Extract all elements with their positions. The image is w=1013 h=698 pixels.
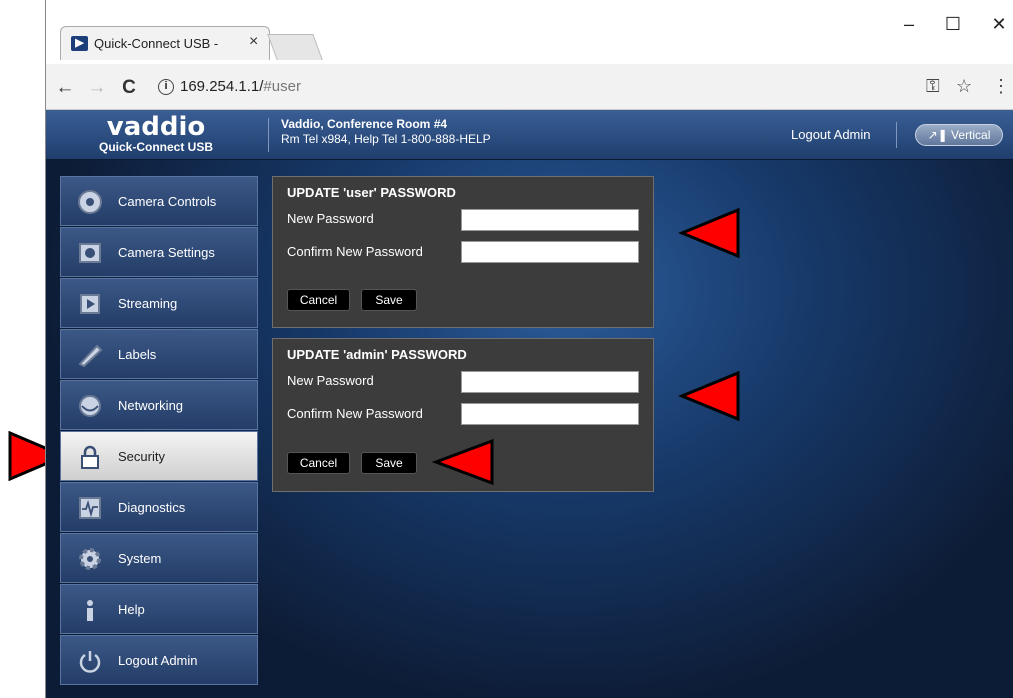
power-icon: [79, 651, 101, 673]
sidebar-item-label: System: [118, 551, 162, 566]
tab-title: Quick-Connect USB -: [94, 36, 219, 51]
close-window-button[interactable]: ✕: [984, 14, 1013, 35]
new-password-label: New Password: [287, 373, 374, 388]
networking-icon: [79, 395, 101, 417]
logout-link[interactable]: Logout Admin: [791, 127, 871, 142]
admin-cancel-button[interactable]: Cancel: [287, 452, 350, 474]
new-tab-button[interactable]: [267, 34, 323, 60]
panel-title: UPDATE 'admin' PASSWORD: [287, 347, 467, 362]
annotation-arrow-user-fields: [678, 207, 740, 259]
url-path: #user: [263, 78, 301, 95]
user-save-button[interactable]: Save: [361, 289, 417, 311]
diagnostics-icon: [79, 497, 101, 519]
user-confirm-password-field[interactable]: [461, 241, 639, 263]
admin-save-button[interactable]: Save: [361, 452, 417, 474]
header-divider: [268, 118, 269, 152]
device-contact: Rm Tel x984, Help Tel 1-800-888-HELP: [281, 132, 491, 146]
vertical-label: Vertical: [951, 128, 991, 142]
user-new-password-field[interactable]: [461, 209, 639, 231]
camera-settings-icon: [79, 243, 101, 263]
annotation-arrow-admin-fields: [678, 370, 740, 422]
screenshot: ▶ Quick-Connect USB - × – ☐ ✕ ← → C i 169…: [0, 0, 1013, 698]
sidebar-item-security[interactable]: Security: [60, 431, 258, 481]
key-icon[interactable]: ⚿: [926, 76, 940, 97]
url-host: 169.254.1.1/: [180, 78, 264, 95]
confirm-password-label: Confirm New Password: [287, 406, 423, 421]
device-name: Vaddio, Conference Room #4: [281, 117, 448, 131]
back-icon[interactable]: ←: [54, 77, 76, 99]
browser-window: ▶ Quick-Connect USB - × – ☐ ✕ ← → C i 169…: [45, 0, 1013, 698]
minimize-button[interactable]: –: [894, 14, 924, 35]
browser-tab[interactable]: ▶ Quick-Connect USB - ×: [60, 26, 270, 60]
url-field[interactable]: i 169.254.1.1/#user: [158, 72, 978, 102]
app-header: vaddio Quick-Connect USB Vaddio, Confere…: [46, 110, 1013, 160]
sidebar-item-label: Camera Settings: [118, 245, 215, 260]
vertical-arrow-icon: ↗❚: [927, 128, 948, 142]
gear-icon: [79, 548, 101, 570]
address-bar: ← → C i 169.254.1.1/#user ⚿ ☆ ⋮: [46, 64, 1013, 110]
lock-icon: [81, 445, 99, 469]
sidebar-item-help[interactable]: Help: [60, 584, 258, 634]
sidebar-item-label: Camera Controls: [118, 194, 217, 209]
sidebar-item-label: Diagnostics: [118, 500, 186, 515]
reload-icon[interactable]: C: [118, 77, 140, 99]
maximize-button[interactable]: ☐: [938, 14, 968, 35]
sidebar-item-label: Logout Admin: [118, 653, 198, 668]
browser-menu-icon[interactable]: ⋮: [992, 76, 1010, 97]
sidebar-item-streaming[interactable]: Streaming: [60, 278, 258, 328]
vaddio-favicon-icon: ▶: [71, 36, 88, 51]
panel-title: UPDATE 'user' PASSWORD: [287, 185, 456, 200]
logo-product: Quick-Connect USB: [98, 140, 213, 154]
sidebar-item-camera-settings[interactable]: Camera Settings: [60, 227, 258, 277]
header-separator: [896, 122, 897, 148]
sidebar-item-logout[interactable]: Logout Admin: [60, 635, 258, 685]
help-icon: [87, 600, 93, 621]
tab-close-icon[interactable]: ×: [249, 33, 258, 51]
annotation-arrow-admin-save: [432, 438, 494, 486]
camera-controls-icon: [78, 190, 102, 214]
vertical-button[interactable]: ↗❚ Vertical: [915, 124, 1003, 146]
vaddio-web-app: vaddio Quick-Connect USB Vaddio, Confere…: [46, 110, 1013, 698]
sidebar-item-system[interactable]: System: [60, 533, 258, 583]
new-password-label: New Password: [287, 211, 374, 226]
vaddio-logo: vaddio Quick-Connect USB: [46, 110, 266, 160]
logo-brand: vaddio: [106, 112, 206, 142]
update-user-password-panel: UPDATE 'user' PASSWORD New Password Conf…: [272, 176, 654, 328]
confirm-password-label: Confirm New Password: [287, 244, 423, 259]
title-bar: ▶ Quick-Connect USB - × – ☐ ✕: [46, 0, 1013, 64]
sidebar-item-diagnostics[interactable]: Diagnostics: [60, 482, 258, 532]
user-cancel-button[interactable]: Cancel: [287, 289, 350, 311]
streaming-icon: [80, 294, 100, 314]
sidebar-item-label: Streaming: [118, 296, 178, 311]
sidebar-item-networking[interactable]: Networking: [60, 380, 258, 430]
sidebar-item-label: Networking: [118, 398, 184, 413]
forward-icon[interactable]: →: [86, 77, 108, 99]
labels-icon: [78, 344, 103, 368]
sidebar-nav: Camera Controls Camera Settings Streamin…: [60, 176, 260, 686]
sidebar-item-camera-controls[interactable]: Camera Controls: [60, 176, 258, 226]
sidebar-item-label: Help: [118, 602, 145, 617]
sidebar-item-label: Labels: [118, 347, 157, 362]
sidebar-item-label: Security: [118, 449, 165, 464]
info-icon[interactable]: i: [158, 79, 174, 96]
sidebar-item-labels[interactable]: Labels: [60, 329, 258, 379]
admin-new-password-field[interactable]: [461, 371, 639, 393]
bookmark-star-icon[interactable]: ☆: [956, 76, 972, 97]
admin-confirm-password-field[interactable]: [461, 403, 639, 425]
device-info: Vaddio, Conference Room #4 Rm Tel x984, …: [281, 117, 491, 147]
